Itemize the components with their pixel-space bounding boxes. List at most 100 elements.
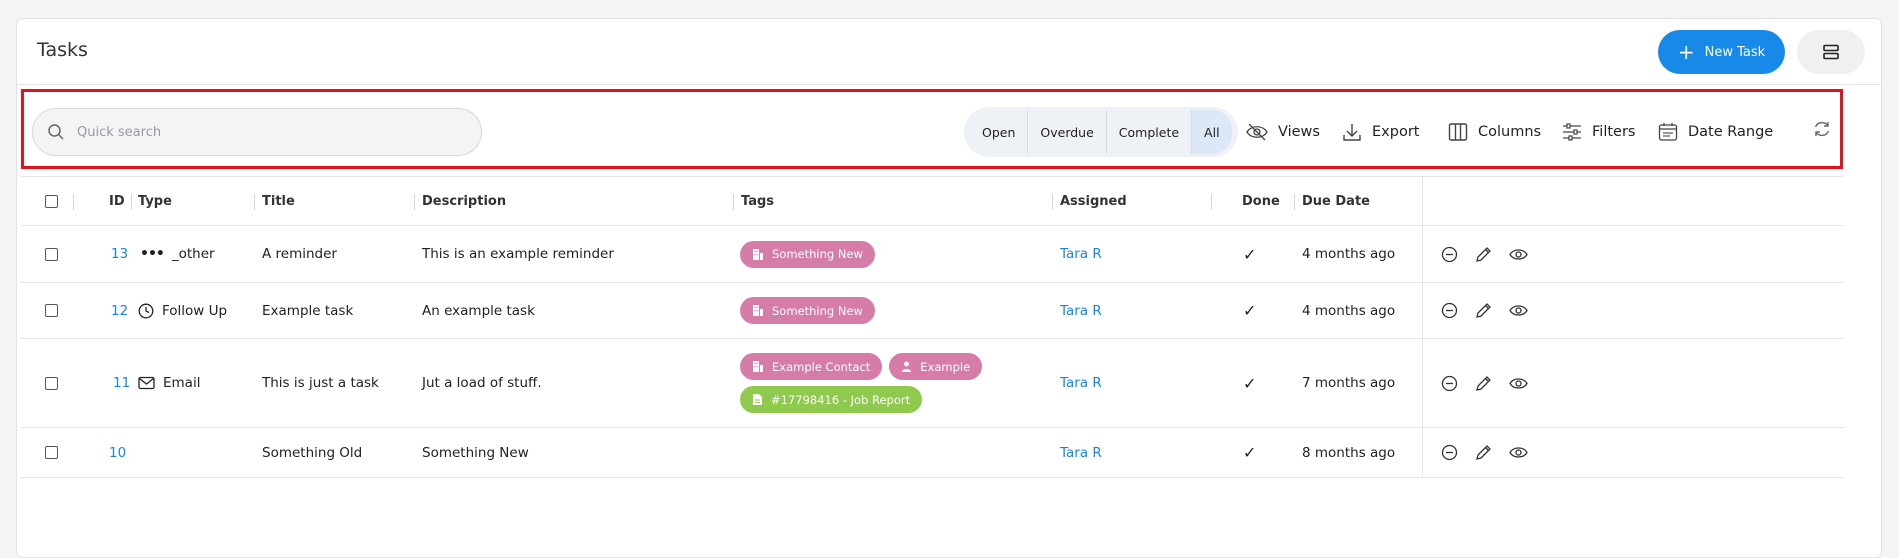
tag-list: Example Contact Example #17798416 - Job … bbox=[740, 353, 989, 413]
column-divider bbox=[1294, 194, 1295, 210]
layout-toggle-button[interactable] bbox=[1797, 30, 1865, 74]
assigned-user-link[interactable]: Tara R bbox=[1060, 226, 1102, 282]
header-tags[interactable]: Tags bbox=[741, 177, 774, 225]
row-select-cell bbox=[45, 226, 58, 282]
row-actions bbox=[1422, 339, 1542, 427]
pencil-icon[interactable] bbox=[1474, 301, 1493, 320]
task-description: Something New bbox=[422, 444, 529, 461]
tag-label: Example bbox=[920, 359, 971, 374]
refresh-button[interactable] bbox=[1812, 119, 1832, 143]
header-type[interactable]: Type bbox=[138, 177, 172, 225]
page-header: Tasks + New Task bbox=[17, 19, 1881, 85]
columns-icon bbox=[1448, 123, 1468, 141]
task-id-link[interactable]: 12 bbox=[111, 283, 128, 338]
task-description: An example task bbox=[422, 302, 535, 319]
tag-chip[interactable]: Example bbox=[889, 353, 983, 380]
column-divider bbox=[733, 194, 734, 210]
table-row: 12 Follow Up Example task An example tas… bbox=[21, 283, 1843, 339]
segment-complete[interactable]: Complete bbox=[1107, 110, 1193, 154]
due-date: 8 months ago bbox=[1302, 444, 1396, 461]
row-checkbox[interactable] bbox=[45, 247, 58, 261]
task-type: Follow Up bbox=[138, 283, 227, 338]
date-range-button[interactable]: Date Range bbox=[1658, 114, 1773, 150]
columns-button[interactable]: Columns bbox=[1448, 114, 1541, 150]
search-input[interactable] bbox=[77, 124, 457, 140]
calendar-icon bbox=[1658, 123, 1678, 141]
header-done[interactable]: Done bbox=[1242, 177, 1280, 225]
sliders-icon bbox=[1563, 123, 1581, 141]
pencil-icon[interactable] bbox=[1474, 245, 1493, 264]
minus-circle-icon[interactable] bbox=[1441, 246, 1458, 263]
done-check-icon: ✓ bbox=[1243, 373, 1257, 393]
new-task-button[interactable]: + New Task bbox=[1658, 30, 1785, 74]
tag-chip[interactable]: #17798416 - Job Report bbox=[740, 386, 923, 413]
select-all-checkbox[interactable] bbox=[45, 194, 58, 208]
tag-line: #17798416 - Job Report bbox=[740, 386, 989, 413]
eye-off-icon bbox=[1246, 123, 1268, 141]
tag-chip[interactable]: Example Contact bbox=[740, 353, 883, 380]
eye-icon[interactable] bbox=[1509, 247, 1528, 262]
row-actions bbox=[1422, 226, 1542, 282]
column-divider bbox=[254, 194, 255, 210]
person-icon bbox=[902, 361, 912, 372]
minus-circle-icon[interactable] bbox=[1441, 444, 1458, 461]
row-checkbox[interactable] bbox=[45, 376, 58, 390]
mail-icon bbox=[138, 376, 155, 390]
tag-label: Something New bbox=[772, 247, 863, 261]
task-tags: Something New bbox=[740, 226, 882, 282]
eye-icon[interactable] bbox=[1509, 376, 1528, 391]
row-select-cell bbox=[45, 339, 58, 427]
filters-button[interactable]: Filters bbox=[1562, 114, 1635, 150]
export-button[interactable]: Export bbox=[1342, 114, 1419, 150]
tag-label: Example Contact bbox=[772, 359, 871, 374]
new-task-label: New Task bbox=[1704, 44, 1766, 60]
document-icon bbox=[753, 394, 762, 405]
done-check-icon: ✓ bbox=[1243, 244, 1257, 264]
pencil-icon[interactable] bbox=[1474, 374, 1493, 393]
task-title: This is just a task bbox=[262, 375, 379, 391]
row-select-cell bbox=[45, 283, 58, 338]
assigned-user-link[interactable]: Tara R bbox=[1060, 428, 1102, 477]
segment-overdue[interactable]: Overdue bbox=[1028, 110, 1107, 154]
select-all-cell bbox=[45, 177, 58, 225]
task-id-link[interactable]: 11 bbox=[113, 339, 130, 427]
task-title: Example task bbox=[262, 302, 354, 319]
minus-circle-icon[interactable] bbox=[1441, 375, 1458, 392]
header-id[interactable]: ID bbox=[109, 177, 125, 225]
task-description: Jut a load of stuff. bbox=[422, 375, 542, 391]
quick-search[interactable] bbox=[32, 108, 482, 156]
header-due-date[interactable]: Due Date bbox=[1302, 177, 1370, 225]
row-checkbox[interactable] bbox=[45, 304, 58, 317]
eye-icon[interactable] bbox=[1509, 445, 1528, 460]
header-assigned[interactable]: Assigned bbox=[1060, 177, 1127, 225]
column-divider bbox=[1052, 194, 1053, 210]
refresh-icon bbox=[1814, 121, 1830, 137]
task-id-link[interactable]: 13 bbox=[111, 226, 128, 282]
plus-icon: + bbox=[1677, 40, 1695, 64]
assigned-user-link[interactable]: Tara R bbox=[1060, 339, 1102, 427]
header-title[interactable]: Title bbox=[262, 177, 295, 225]
assigned-user-link[interactable]: Tara R bbox=[1060, 283, 1102, 338]
minus-circle-icon[interactable] bbox=[1441, 302, 1458, 319]
rows-layout-icon bbox=[1823, 44, 1839, 60]
pencil-icon[interactable] bbox=[1474, 443, 1493, 462]
eye-icon[interactable] bbox=[1509, 303, 1528, 318]
views-button[interactable]: Views bbox=[1246, 114, 1320, 150]
header-description[interactable]: Description bbox=[422, 177, 506, 225]
row-checkbox[interactable] bbox=[45, 446, 58, 459]
segment-open[interactable]: Open bbox=[970, 110, 1029, 154]
clock-icon bbox=[138, 303, 154, 318]
tag-chip[interactable]: Something New bbox=[740, 297, 875, 324]
task-type-label: _other bbox=[171, 246, 215, 262]
segment-all[interactable]: All bbox=[1192, 110, 1232, 154]
column-divider bbox=[131, 194, 132, 210]
task-type: ••• _other bbox=[140, 226, 215, 282]
column-divider bbox=[414, 194, 415, 210]
done-check-icon: ✓ bbox=[1243, 443, 1257, 462]
export-label: Export bbox=[1372, 124, 1420, 140]
filters-label: Filters bbox=[1592, 124, 1636, 140]
task-tags: Example Contact Example #17798416 - Job … bbox=[740, 339, 989, 427]
task-id-link[interactable]: 10 bbox=[109, 428, 126, 477]
row-actions bbox=[1422, 283, 1542, 338]
tag-chip[interactable]: Something New bbox=[740, 240, 875, 268]
